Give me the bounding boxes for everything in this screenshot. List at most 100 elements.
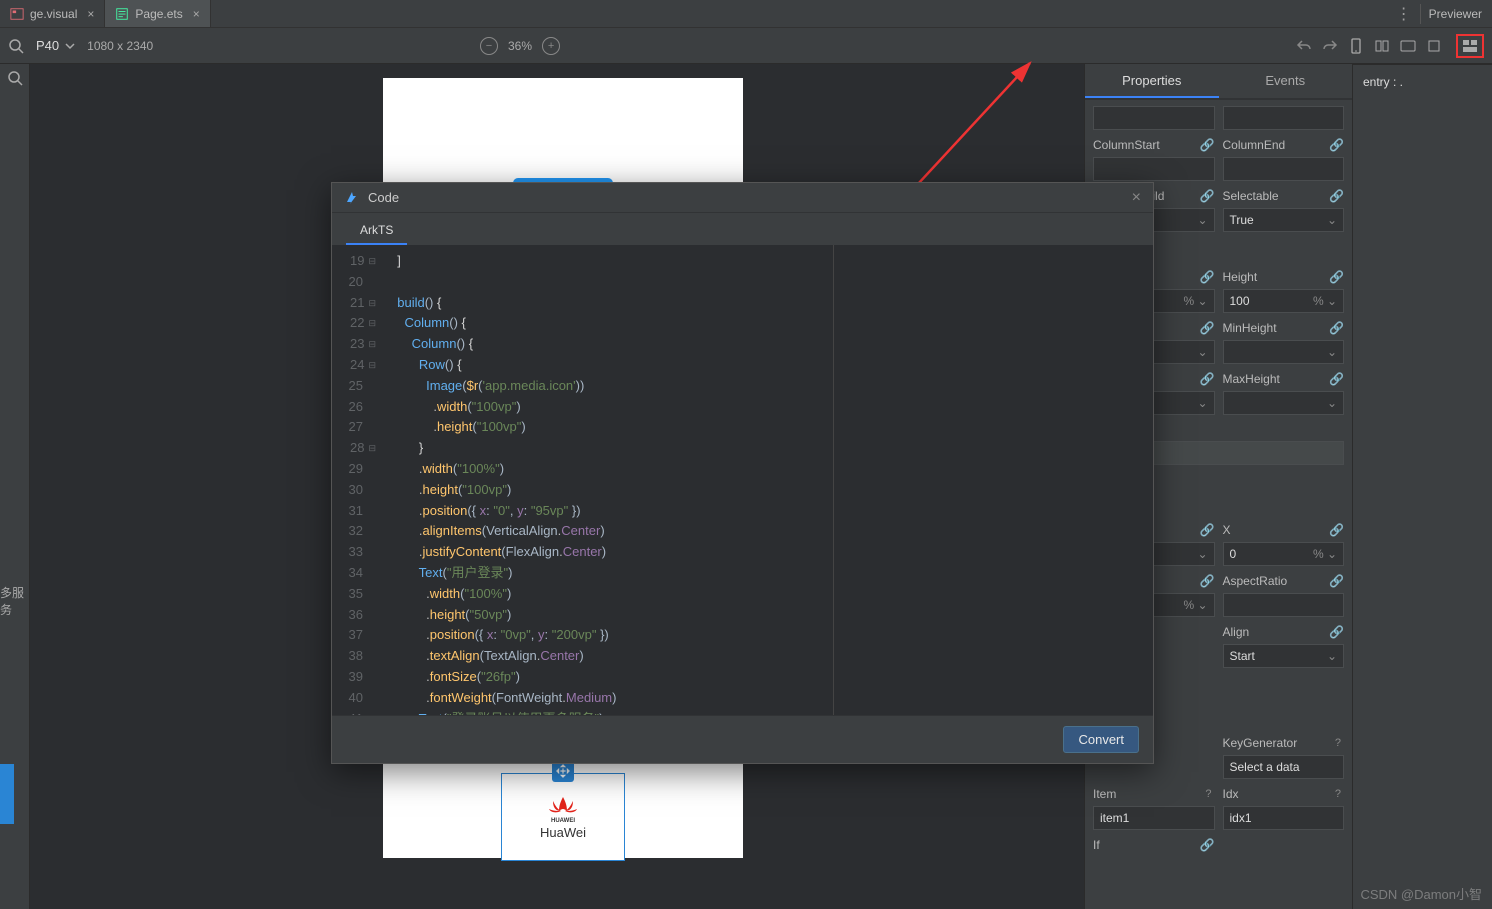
link-icon[interactable]: 🔗 xyxy=(1329,625,1344,639)
devEco-logo-icon xyxy=(344,190,360,206)
convert-button[interactable]: Convert xyxy=(1063,726,1139,753)
link-icon[interactable]: 🔗 xyxy=(1200,523,1215,537)
undo-icon[interactable] xyxy=(1296,38,1312,54)
tab-properties[interactable]: Properties xyxy=(1085,64,1219,98)
link-icon[interactable]: 🔗 xyxy=(1329,270,1344,284)
inspector-tabs: Properties Events xyxy=(1085,64,1352,100)
close-icon[interactable]: × xyxy=(1132,189,1141,207)
chevron-down-icon xyxy=(65,41,75,51)
x-field[interactable]: 0% ⌄ xyxy=(1223,542,1345,566)
prop-label: ColumnEnd xyxy=(1223,138,1286,152)
link-icon[interactable]: 🔗 xyxy=(1200,574,1215,588)
chevron-down-icon: ⌄ xyxy=(1327,345,1337,359)
redo-icon[interactable] xyxy=(1322,38,1338,54)
code-dialog-tabs: ArkTS xyxy=(332,213,1153,245)
keygen-select[interactable]: Select a data xyxy=(1223,755,1345,779)
prop-label: If xyxy=(1093,838,1100,852)
dialog-footer: Convert xyxy=(332,715,1153,763)
height-field[interactable]: 100% ⌄ xyxy=(1223,289,1345,313)
link-icon[interactable]: 🔗 xyxy=(1329,321,1344,335)
preview-split xyxy=(833,245,1153,715)
columnstart-field[interactable] xyxy=(1093,157,1215,181)
watermark: CSDN @Damon小智 xyxy=(1360,884,1482,903)
line-gutter: 19⊟2021⊟22⊟23⊟24⊟25262728⊟29303132333435… xyxy=(332,245,382,715)
code-view-button-highlighted[interactable] xyxy=(1456,34,1484,58)
columnend-field[interactable] xyxy=(1223,157,1345,181)
prop-label: MinHeight xyxy=(1223,321,1277,335)
device-name: P40 xyxy=(36,38,59,53)
search-icon[interactable] xyxy=(8,38,24,54)
link-icon[interactable]: 🔗 xyxy=(1200,321,1215,335)
tab-visual[interactable]: ge.visual × xyxy=(0,0,105,27)
separator xyxy=(1420,4,1421,24)
left-strip-label: 多服务 xyxy=(0,584,29,618)
canvas-toolbar: P40 1080 x 2340 − 36% + xyxy=(0,28,1492,64)
dialog-titlebar: Code × xyxy=(332,183,1153,213)
editor-tabs: ge.visual × Page.ets × ⋮ Previewer xyxy=(0,0,1492,28)
tab-label: Page.ets xyxy=(135,7,182,21)
aspect-field[interactable] xyxy=(1223,593,1345,617)
prop-label: X xyxy=(1223,523,1231,537)
link-icon[interactable]: 🔗 xyxy=(1200,372,1215,386)
prop-label: Idx xyxy=(1223,787,1239,801)
chevron-down-icon: ⌄ xyxy=(1327,396,1337,410)
left-tool-strip: 多服务 xyxy=(0,64,30,909)
huawei-card[interactable]: HUAWEI HuaWei xyxy=(501,773,625,861)
link-icon[interactable]: 🔗 xyxy=(1329,574,1344,588)
link-icon[interactable]: 🔗 xyxy=(1329,372,1344,386)
entry-selector[interactable]: entry : . xyxy=(1353,64,1492,98)
fold-icon[interactable] xyxy=(1374,38,1390,54)
help-icon[interactable]: ? xyxy=(1335,788,1341,800)
chevron-down-icon: ⌄ xyxy=(1327,213,1337,227)
link-icon[interactable]: 🔗 xyxy=(1200,838,1215,852)
help-icon[interactable]: ? xyxy=(1335,737,1341,749)
zoom-in-button[interactable]: + xyxy=(542,37,560,55)
code-view-icon xyxy=(1462,38,1478,54)
zoom-level: 36% xyxy=(508,39,532,53)
link-icon[interactable]: 🔗 xyxy=(1200,189,1215,203)
zoom-out-button[interactable]: − xyxy=(480,37,498,55)
chevron-down-icon: ⌄ xyxy=(1327,649,1337,663)
tab-arkts[interactable]: ArkTS xyxy=(346,217,407,245)
close-icon[interactable]: × xyxy=(189,7,200,21)
field[interactable] xyxy=(1223,106,1345,130)
code-dialog: Code × ArkTS 19⊟2021⊟22⊟23⊟24⊟25262728⊟2… xyxy=(331,182,1154,764)
link-icon[interactable]: 🔗 xyxy=(1200,270,1215,284)
chevron-down-icon: ⌄ xyxy=(1197,547,1207,561)
link-icon[interactable]: 🔗 xyxy=(1329,189,1344,203)
tab-label: ge.visual xyxy=(30,7,77,21)
link-icon[interactable]: 🔗 xyxy=(1329,138,1344,152)
svg-text:HUAWEI: HUAWEI xyxy=(551,818,575,823)
item-field[interactable]: item1 xyxy=(1093,806,1215,830)
prop-label: Align xyxy=(1223,625,1250,639)
link-icon[interactable]: 🔗 xyxy=(1329,523,1344,537)
previewer-button[interactable]: Previewer xyxy=(1429,7,1482,21)
prop-label: Selectable xyxy=(1223,189,1279,203)
prop-label: KeyGenerator xyxy=(1223,736,1298,750)
selectable-select[interactable]: True⌄ xyxy=(1223,208,1345,232)
align-select[interactable]: Start⌄ xyxy=(1223,644,1345,668)
tablet-icon[interactable] xyxy=(1400,38,1416,54)
field[interactable] xyxy=(1093,106,1215,130)
minheight-field[interactable]: ⌄ xyxy=(1223,340,1345,364)
dialog-title: Code xyxy=(368,190,399,205)
link-icon[interactable]: 🔗 xyxy=(1200,138,1215,152)
device-selector[interactable]: P40 xyxy=(36,38,75,53)
code-editor[interactable]: 19⊟2021⊟22⊟23⊟24⊟25262728⊟29303132333435… xyxy=(332,245,1153,715)
code-content[interactable]: ] build() { Column() { Column() { Row() … xyxy=(382,245,833,715)
ets-file-icon xyxy=(115,7,129,21)
help-icon[interactable]: ? xyxy=(1205,788,1211,800)
tab-events[interactable]: Events xyxy=(1219,64,1353,98)
idx-field[interactable]: idx1 xyxy=(1223,806,1345,830)
search-icon[interactable] xyxy=(7,70,23,86)
rect-icon[interactable] xyxy=(1426,38,1442,54)
maxheight-field[interactable]: ⌄ xyxy=(1223,391,1345,415)
device-dims: 1080 x 2340 xyxy=(87,39,153,53)
visual-file-icon xyxy=(10,7,24,21)
prop-label: Height xyxy=(1223,270,1258,284)
close-icon[interactable]: × xyxy=(83,7,94,21)
chevron-down-icon: ⌄ xyxy=(1197,213,1207,227)
more-icon[interactable]: ⋮ xyxy=(1396,6,1412,22)
phone-icon[interactable] xyxy=(1348,38,1364,54)
tab-page-ets[interactable]: Page.ets × xyxy=(105,0,210,27)
